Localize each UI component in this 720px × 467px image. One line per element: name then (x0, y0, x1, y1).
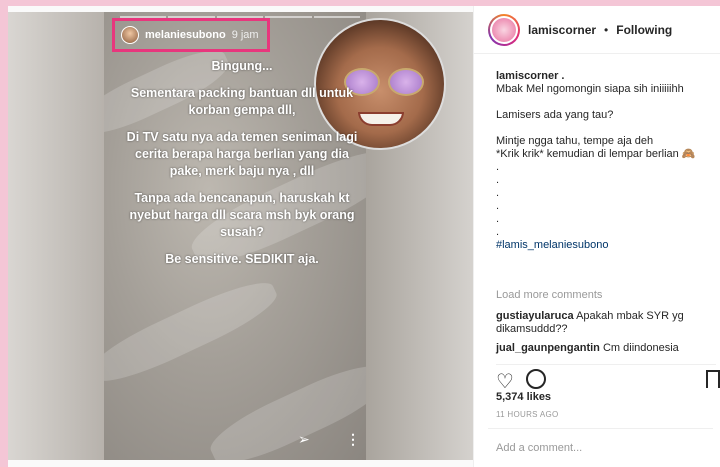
caption-line: Lamisers ada yang tau? (496, 109, 614, 121)
add-comment-bar (488, 428, 713, 466)
more-options-icon: ⋮ (346, 431, 360, 447)
post-media[interactable]: melaniesubono 9 jam Bingung... Sementara… (8, 6, 473, 467)
separator-dot: • (604, 22, 609, 37)
caption-line: . (496, 174, 500, 186)
blurred-backdrop-left (8, 12, 104, 460)
caption-line (496, 96, 716, 109)
story-paragraph: Tanpa ada bencanapun, haruskah kt nyebut… (129, 191, 355, 239)
comment-item: jual_gaunpengantin Cm diindonesia (496, 342, 701, 355)
add-comment-input[interactable] (488, 429, 713, 466)
sunglasses-lens-right (388, 68, 424, 96)
caption-line: . (496, 200, 500, 212)
post-side-panel: lamiscorner • Following lamiscorner . Mb… (473, 6, 720, 467)
likes-count[interactable]: 5,374 likes (496, 391, 551, 403)
post-caption: lamiscorner . Mbak Mel ngomongin siapa s… (496, 70, 716, 252)
comment-username[interactable]: gustiayularuca (496, 310, 574, 322)
caption-line: . (496, 161, 500, 173)
caption-line: *Krik krik* kemudian di lempar berlian 🙈 (496, 148, 696, 160)
profile-avatar[interactable] (488, 13, 520, 46)
story-time: 9 jam (231, 29, 259, 41)
header-username[interactable]: lamiscorner (528, 23, 596, 37)
caption-line: Mintje ngga tahu, tempe aja deh (496, 135, 654, 147)
story-paragraph: Be sensitive. SEDIKIT aja. (165, 252, 319, 266)
post-timestamp: 11 HOURS AGO (496, 410, 559, 419)
comment-item: gustiayularuca Apakah mbak SYR yg dikams… (496, 310, 701, 336)
story-paragraph: Di TV satu nya ada temen seniman lagi ce… (126, 130, 358, 178)
comment-username[interactable]: jual_gaunpengantin (496, 342, 600, 354)
avatar-image (492, 17, 516, 42)
action-bar: ♡ (496, 364, 720, 393)
caption-username[interactable]: lamiscorner . (496, 70, 716, 83)
post-header: lamiscorner • Following (474, 6, 720, 54)
bookmark-icon[interactable] (706, 370, 720, 388)
story-paragraph: Bingung... (211, 59, 273, 73)
story-paragraph: Sementara packing bantuan dll untuk korb… (130, 86, 354, 117)
send-icon: ➢ (298, 431, 310, 447)
story-user-highlight: melaniesubono 9 jam (112, 18, 270, 52)
comment-bubble-icon[interactable] (526, 369, 546, 389)
story-username: melaniesubono (145, 29, 226, 41)
smile (358, 112, 404, 126)
caption-line (496, 122, 716, 135)
comment-text: Cm diindonesia (602, 342, 679, 354)
load-more-comments-link[interactable]: Load more comments (496, 289, 602, 301)
story-text: Bingung... Sementara packing bantuan dll… (126, 58, 358, 278)
caption-line: . (496, 187, 500, 199)
caption-line: . (496, 213, 500, 225)
instagram-post: melaniesubono 9 jam Bingung... Sementara… (8, 6, 720, 467)
caption-line: . (496, 226, 500, 238)
caption-line: Mbak Mel ngomongin siapa sih iniiiiihh (496, 83, 684, 95)
caption-hashtag[interactable]: #lamis_melaniesubono (496, 239, 716, 252)
following-button[interactable]: Following (616, 23, 672, 37)
story-avatar (121, 26, 139, 44)
